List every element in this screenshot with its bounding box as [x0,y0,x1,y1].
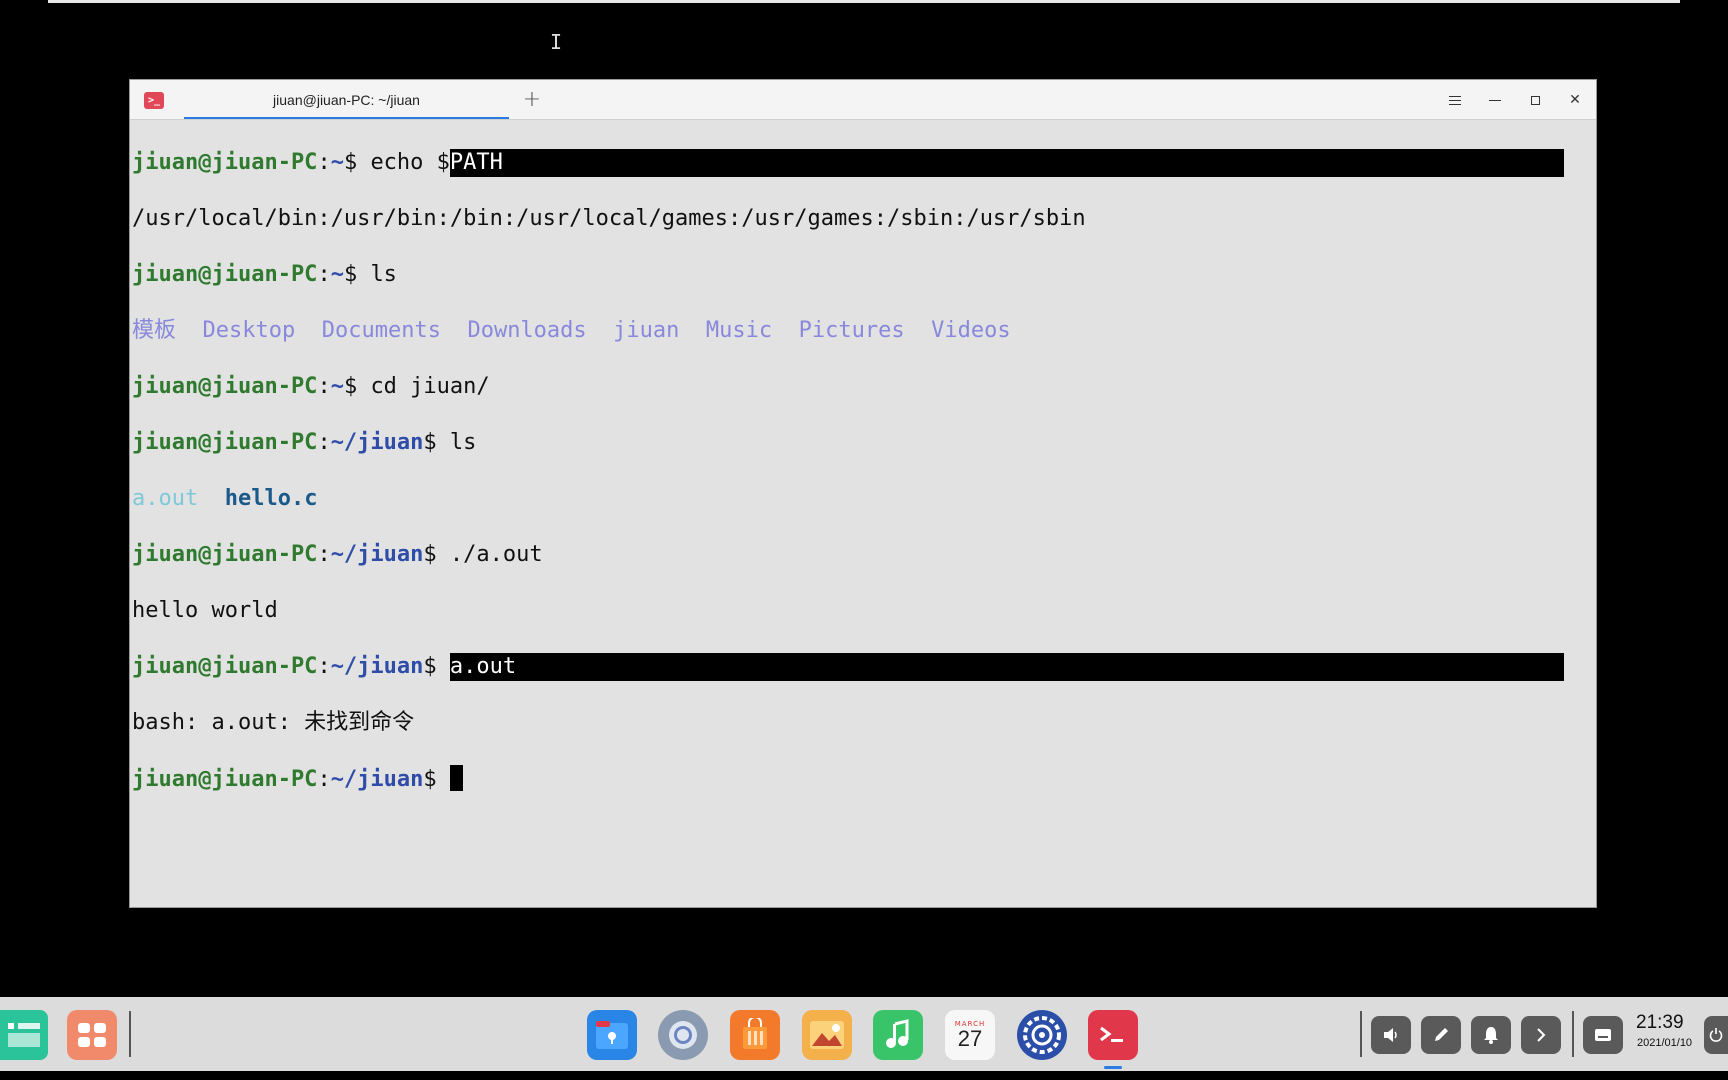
new-tab-button[interactable]: + [516,86,548,114]
file-entry: hello.c [224,486,318,511]
terminal-line: bash: a.out: 未找到命令 [132,710,415,735]
taskbar-divider [1360,1011,1362,1057]
text-cursor-icon: I [550,30,563,54]
minimize-button[interactable] [1480,87,1510,113]
titlebar[interactable]: >_ jiuan@jiuan-PC: ~/jiuan + ✕ [130,80,1596,120]
calendar-day: 27 [957,1026,983,1051]
terminal-app-icon: >_ [144,92,164,109]
terminal-cursor [449,765,463,791]
terminal-line: a.out hello.c [132,485,1590,513]
dir-entry: 模板 [132,318,177,343]
dir-entry: Music [705,318,773,343]
menu-button[interactable] [1440,87,1470,113]
chevron-right-icon[interactable] [1521,1016,1561,1054]
terminal-line: jiuan@jiuan-PC:~/jiuan$ [132,765,1590,793]
music-icon[interactable] [873,1010,923,1060]
terminal-line: jiuan@jiuan-PC:~$ ls [132,262,397,287]
control-center-icon[interactable] [1017,1010,1067,1060]
selected-text: a.out [449,653,1564,681]
terminal-line: jiuan@jiuan-PC:~/jiuan$ ./a.out [132,542,543,567]
multitasking-icon[interactable] [0,1010,48,1060]
maximize-icon [1530,95,1540,105]
terminal-window: >_ jiuan@jiuan-PC: ~/jiuan + ✕ jiuan@jiu… [129,79,1597,908]
pen-icon[interactable] [1421,1016,1461,1054]
dir-entry: Pictures [798,318,905,343]
dir-entry: Videos [931,318,1011,343]
app-store-icon[interactable] [730,1010,780,1060]
terminal-line: hello world [132,598,278,623]
dir-entry: jiuan [613,318,680,343]
browser-icon[interactable] [658,1010,708,1060]
calendar-icon[interactable]: MARCH 27 [945,1010,995,1060]
file-entry: a.out [132,486,199,511]
tab-terminal[interactable]: jiuan@jiuan-PC: ~/jiuan [184,82,509,119]
maximize-button[interactable] [1520,87,1550,113]
terminal-line: 模板 Desktop Documents Downloads jiuan Mus… [132,317,1590,345]
keyboard-icon[interactable] [1583,1016,1623,1054]
launcher-icon[interactable] [67,1010,117,1060]
bell-icon[interactable] [1471,1016,1511,1054]
menu-icon [1449,95,1461,105]
dir-entry: Downloads [467,318,587,343]
dir-entry: Desktop [202,318,296,343]
file-manager-icon[interactable] [587,1010,637,1060]
terminal-line: jiuan@jiuan-PC:~$ echo $PATH [132,149,1590,177]
image-viewer-icon[interactable] [802,1010,852,1060]
clock-date[interactable]: 2021/01/10 [1637,1037,1692,1049]
clock-time[interactable]: 21:39 [1636,1012,1684,1034]
terminal-output[interactable]: jiuan@jiuan-PC:~$ echo $PATH /usr/local/… [132,121,1590,901]
selected-text: PATH [449,149,1564,177]
taskbar: MARCH 27 21:39 2021/01/10 [0,997,1728,1071]
top-edge-line [48,0,1680,3]
taskbar-divider [129,1011,131,1057]
terminal-icon[interactable] [1088,1010,1138,1060]
terminal-line: /usr/local/bin:/usr/bin:/bin:/usr/local/… [132,206,1086,231]
minimize-icon [1489,99,1501,101]
close-icon: ✕ [1569,92,1581,108]
power-icon[interactable] [1704,1016,1728,1054]
dir-entry: Documents [321,318,441,343]
terminal-line: jiuan@jiuan-PC:~$ cd jiuan/ [132,374,490,399]
terminal-line: jiuan@jiuan-PC:~/jiuan$ ls [132,430,477,455]
close-button[interactable]: ✕ [1560,87,1590,113]
active-app-indicator [1104,1066,1122,1069]
tab-title: jiuan@jiuan-PC: ~/jiuan [273,91,420,108]
terminal-line: jiuan@jiuan-PC:~/jiuan$ a.out [132,653,1590,681]
taskbar-divider [1572,1011,1574,1057]
volume-icon[interactable] [1371,1016,1411,1054]
